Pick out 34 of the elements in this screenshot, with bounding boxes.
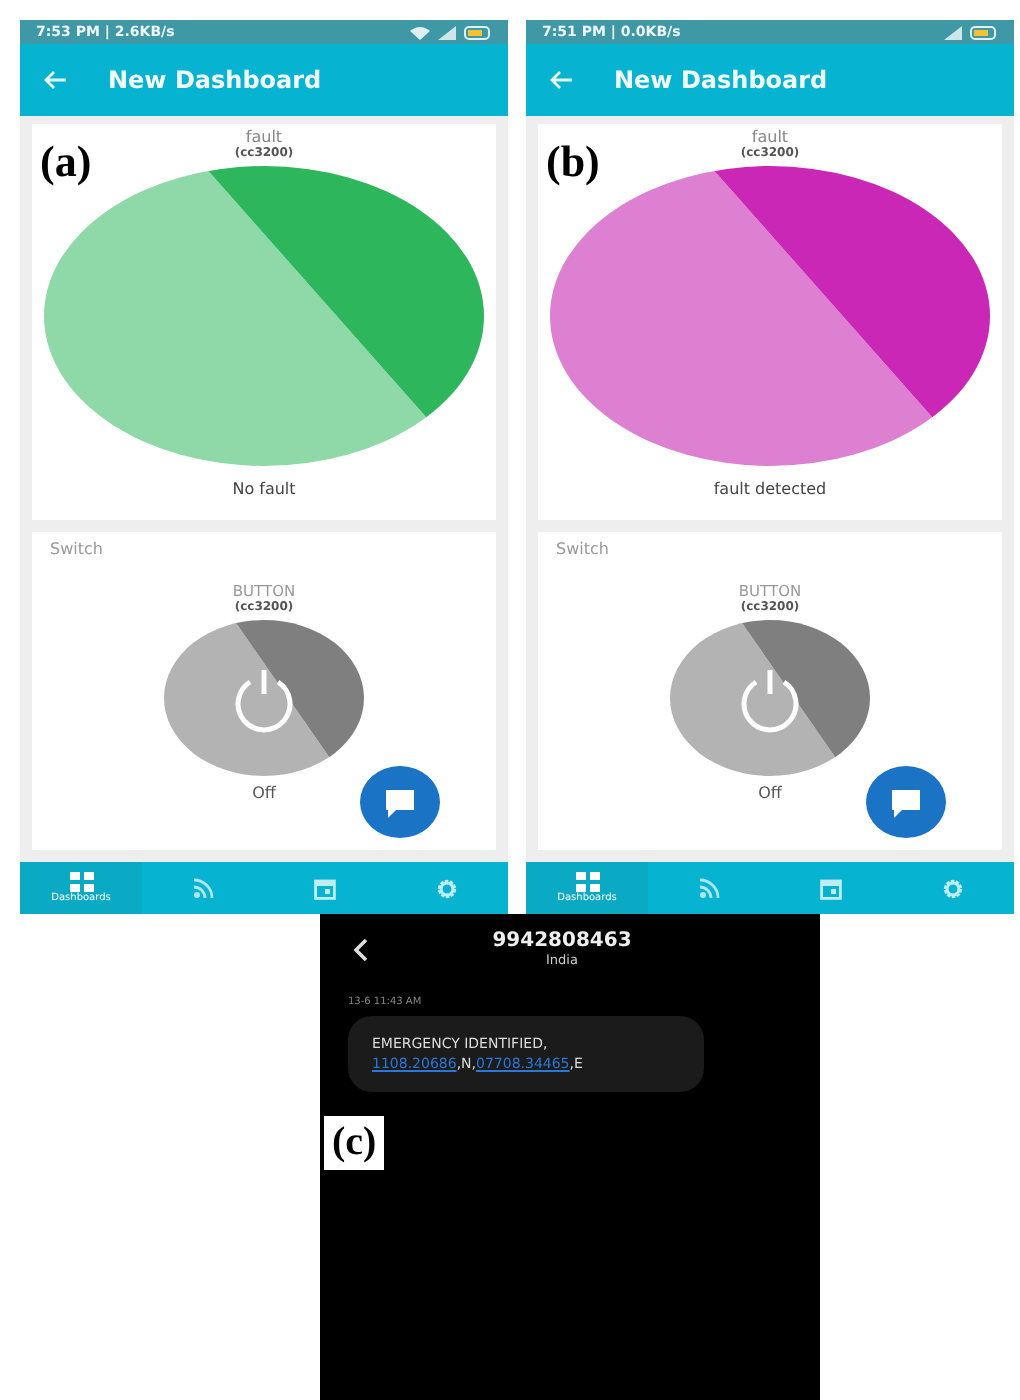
back-chevron-icon[interactable] <box>352 937 368 961</box>
grid-icon <box>69 872 93 892</box>
switch-state: Off <box>758 784 782 802</box>
panel-label: (a) <box>40 136 92 188</box>
back-arrow-icon[interactable] <box>550 70 574 90</box>
widget-title: fault <box>751 128 789 146</box>
fault-status: fault detected <box>713 480 827 498</box>
wifi-icon <box>410 25 430 39</box>
chat-button[interactable] <box>866 766 946 838</box>
card-title: Switch <box>556 540 609 558</box>
fault-status: No fault <box>232 480 296 498</box>
settings-icon <box>942 877 964 899</box>
rss-icon <box>699 878 719 898</box>
back-arrow-icon[interactable] <box>44 70 68 90</box>
card-title: Switch <box>50 540 103 558</box>
grid-icon <box>575 872 599 892</box>
sender-number: 9942808463 <box>492 930 632 952</box>
power-switch[interactable] <box>164 620 364 776</box>
panel-label: (c) <box>324 1116 385 1170</box>
settings-icon <box>436 877 458 899</box>
panel-label: (b) <box>546 136 600 188</box>
calendar-icon <box>314 877 336 899</box>
calendar-icon <box>820 877 842 899</box>
chat-button[interactable] <box>360 766 440 838</box>
power-switch[interactable] <box>670 620 870 776</box>
signal-icon <box>944 25 962 39</box>
battery-icon <box>464 25 492 39</box>
signal-icon <box>438 25 456 39</box>
rss-icon <box>193 878 213 898</box>
switch-state: Off <box>252 784 276 802</box>
app-title: New Dashboard <box>614 66 828 94</box>
widget-title: fault <box>245 128 283 146</box>
battery-icon <box>970 25 998 39</box>
app-title: New Dashboard <box>108 66 322 94</box>
